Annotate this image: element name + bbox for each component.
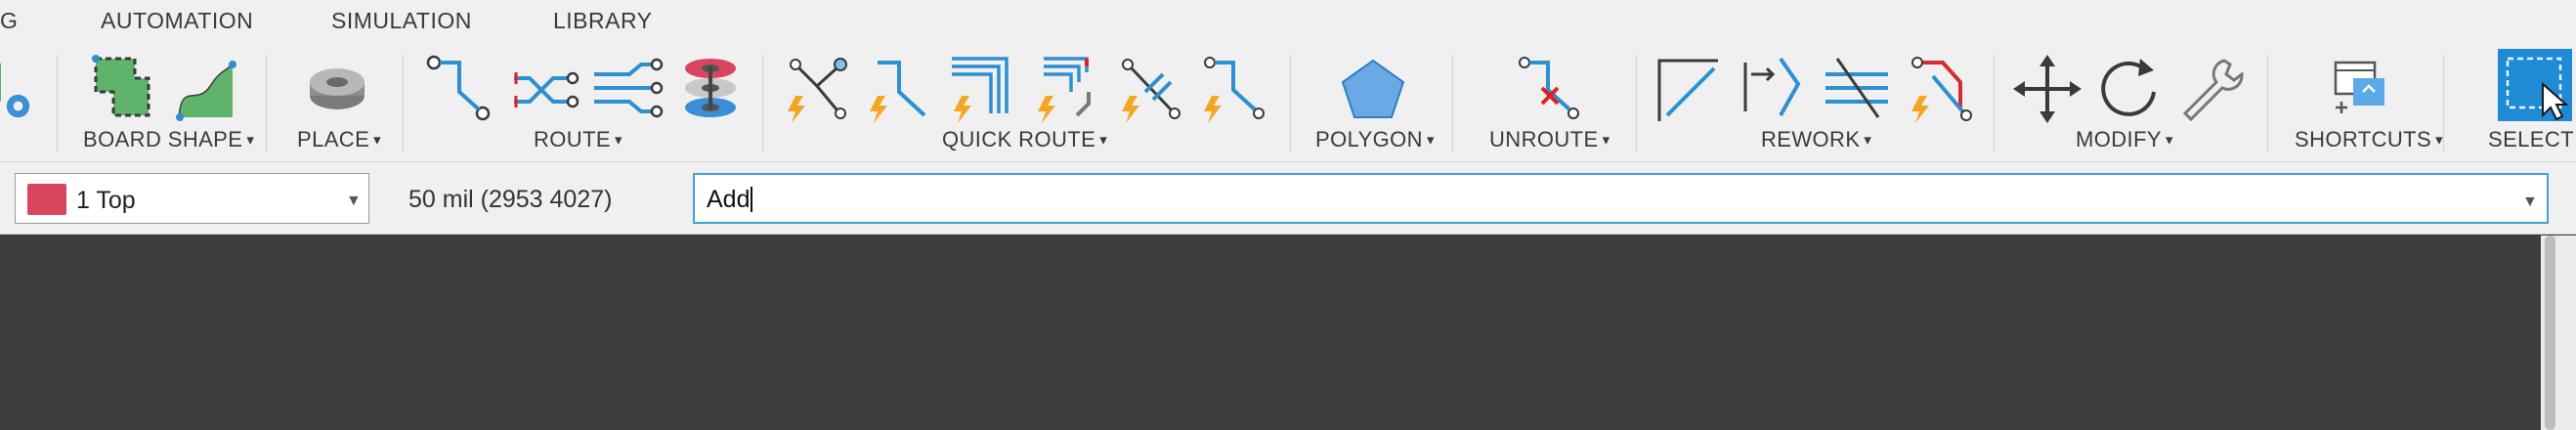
- design-settings-icon[interactable]: [0, 53, 39, 125]
- separator: [762, 55, 763, 152]
- component-icon[interactable]: [299, 53, 375, 125]
- group-polygon-label: POLYGON: [1315, 127, 1423, 151]
- layer-label: 1 Top: [76, 187, 136, 214]
- group-rework[interactable]: REWORK ▾: [1761, 127, 1871, 152]
- tab-simulation[interactable]: SIMULATION: [331, 8, 472, 34]
- separator: [2443, 55, 2444, 152]
- move-icon[interactable]: [2009, 53, 2085, 125]
- group-select-label: SELECT: [2488, 127, 2574, 151]
- separator: [2267, 55, 2268, 152]
- route-icon[interactable]: [424, 53, 500, 125]
- quick-route-icon[interactable]: [864, 53, 940, 125]
- chevron-down-icon: ▾: [246, 132, 255, 149]
- group-route[interactable]: ROUTE ▾: [534, 127, 623, 152]
- quick-bus-icon[interactable]: [946, 53, 1022, 125]
- separator: [1452, 55, 1453, 152]
- layer-dropdown[interactable]: 1 Top ▼: [15, 173, 369, 224]
- separator: [1994, 55, 1995, 152]
- group-unroute[interactable]: UNROUTE ▾: [1489, 127, 1610, 152]
- chevron-down-icon: ▾: [2165, 132, 2173, 149]
- text-cursor: [751, 187, 753, 212]
- vertical-scrollbar-thumb[interactable]: [2545, 236, 2555, 430]
- group-board-shape[interactable]: BOARD SHAPE ▾: [83, 127, 254, 152]
- wrench-icon[interactable]: [2173, 53, 2250, 125]
- command-input[interactable]: Add ▼: [693, 173, 2549, 224]
- board-outline-icon[interactable]: [84, 53, 160, 125]
- diff-pair-icon[interactable]: [506, 53, 582, 125]
- chevron-down-icon: ▾: [1864, 132, 1872, 149]
- chevron-down-icon[interactable]: ▼: [2522, 194, 2538, 211]
- group-modify-label: MODIFY: [2076, 127, 2162, 151]
- quick-multi-icon[interactable]: [1030, 53, 1106, 125]
- chevron-down-icon: ▾: [615, 132, 623, 149]
- separator: [57, 55, 58, 152]
- line-icon[interactable]: [1653, 53, 1730, 125]
- rotate-icon[interactable]: [2091, 53, 2168, 125]
- quick-diff-icon[interactable]: [1114, 53, 1190, 125]
- tab-automation[interactable]: AUTOMATION: [101, 8, 253, 34]
- chevron-down-icon: ▼: [346, 193, 362, 209]
- quick-airwire-icon[interactable]: [1196, 53, 1272, 125]
- chevron-down-icon: ▾: [2435, 132, 2444, 149]
- separator: [403, 55, 404, 152]
- group-quick-route-label: QUICK ROUTE: [942, 127, 1096, 151]
- spline-icon[interactable]: [168, 53, 244, 125]
- polygon-icon[interactable]: [1335, 53, 1411, 125]
- shortcuts-icon[interactable]: [2322, 53, 2398, 125]
- fanout-icon[interactable]: [782, 53, 858, 125]
- group-quick-route[interactable]: QUICK ROUTE ▾: [942, 127, 1107, 152]
- command-input-value: Add: [707, 186, 753, 214]
- unroute-icon[interactable]: [1511, 53, 1587, 125]
- slice-icon[interactable]: [1736, 53, 1812, 125]
- command-bar: 1 Top ▼ 50 mil (2953 4027) Add ▼: [0, 162, 2576, 235]
- separator: [266, 55, 267, 152]
- chevron-down-icon: ▾: [1099, 132, 1108, 149]
- chevron-down-icon: ▾: [1426, 132, 1435, 149]
- group-modify[interactable]: MODIFY ▾: [2076, 127, 2173, 152]
- via-stack-icon[interactable]: [672, 53, 749, 125]
- tab-g[interactable]: G: [0, 8, 18, 34]
- group-board-shape-label: BOARD SHAPE: [83, 127, 243, 151]
- group-polygon[interactable]: POLYGON ▾: [1315, 127, 1435, 152]
- group-unroute-label: UNROUTE: [1489, 127, 1599, 151]
- ribbon-toolbar: BOARD SHAPE ▾ PLACE ▾ ROUTE ▾ QUICK ROUT…: [0, 45, 2576, 162]
- tab-library[interactable]: LIBRARY: [553, 8, 653, 34]
- group-route-label: ROUTE: [534, 127, 611, 151]
- layer-color-swatch: [27, 184, 66, 215]
- separator: [1290, 55, 1291, 152]
- menu-tabs: G AUTOMATION SIMULATION LIBRARY: [0, 0, 2576, 45]
- separator: [1636, 55, 1637, 152]
- group-shortcuts-label: SHORTCUTS: [2295, 127, 2432, 151]
- group-place[interactable]: PLACE ▾: [297, 127, 381, 152]
- group-shortcuts[interactable]: SHORTCUTS ▾: [2295, 127, 2443, 152]
- chevron-down-icon: ▾: [373, 132, 382, 149]
- meander-icon[interactable]: [1820, 53, 1896, 125]
- grid-coordinate-readout: 50 mil (2953 4027): [408, 186, 613, 213]
- ripup-icon[interactable]: [1904, 53, 1980, 125]
- design-canvas[interactable]: [0, 236, 2541, 430]
- group-place-label: PLACE: [297, 127, 370, 151]
- group-rework-label: REWORK: [1761, 127, 1861, 151]
- chevron-down-icon: ▾: [1602, 132, 1610, 149]
- select-icon[interactable]: [2496, 47, 2576, 123]
- group-select[interactable]: SELECT▾: [2488, 127, 2576, 152]
- multi-route-icon[interactable]: [590, 53, 666, 125]
